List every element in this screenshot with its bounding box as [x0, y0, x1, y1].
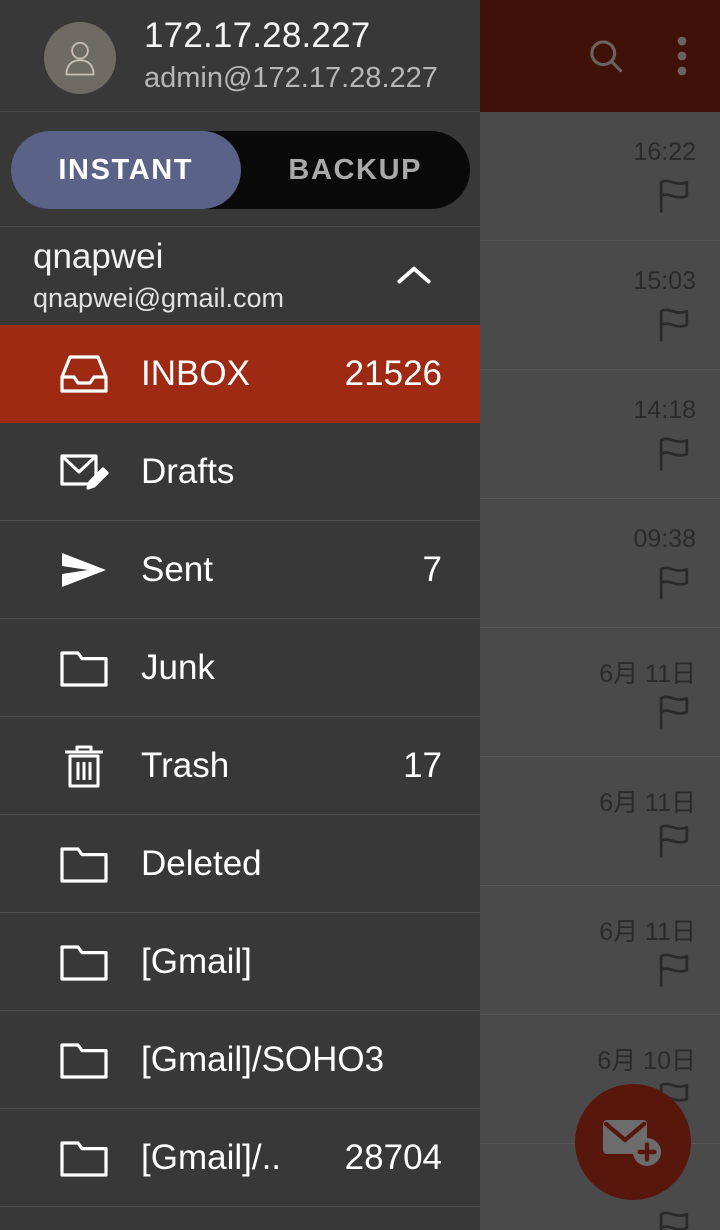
folder-label: INBOX	[141, 353, 250, 393]
avatar	[44, 22, 116, 94]
flag-outline-icon[interactable]	[652, 948, 696, 992]
folder-icon	[56, 936, 112, 988]
folder-item-drafts[interactable]: Drafts	[0, 423, 480, 521]
folder-label: Sent	[141, 549, 213, 589]
folder-item-trash[interactable]: Trash 17	[0, 717, 480, 815]
compose-fab-button[interactable]	[575, 1084, 691, 1200]
mail-date: 16:22	[633, 138, 696, 166]
segmented-control-wrapper: INSTANT BACKUP	[0, 112, 480, 227]
compose-mail-icon	[601, 1116, 665, 1168]
mail-date: 6月 10日	[597, 1047, 696, 1075]
folder-count: 28704	[344, 1137, 442, 1177]
flag-outline-icon[interactable]	[652, 303, 696, 347]
folder-list: INBOX 21526 Drafts Sent 7 Junk Trash 17 …	[0, 325, 480, 1207]
flag-outline-icon[interactable]	[652, 432, 696, 476]
app-screen: 请选... 16:22 15:03	[0, 0, 720, 1230]
folder-account-email: qnapwei@gmail.com	[33, 283, 285, 313]
folder-label: Trash	[141, 745, 230, 785]
folder-icon	[56, 642, 112, 694]
tab-backup[interactable]: BACKUP	[241, 131, 471, 209]
inbox-icon	[56, 348, 112, 400]
folder-count: 21526	[344, 353, 442, 393]
mail-date: 6月 11日	[599, 918, 696, 946]
folder-label: Drafts	[141, 451, 235, 491]
folder-item-sent[interactable]: Sent 7	[0, 521, 480, 619]
folder-label: [Gmail]/..	[141, 1137, 282, 1177]
flag-outline-icon[interactable]	[652, 561, 696, 605]
flag-outline-icon[interactable]	[652, 174, 696, 218]
toolbar-actions	[568, 0, 720, 112]
folder-count: 17	[403, 745, 442, 785]
more-vertical-icon	[677, 34, 687, 78]
folder-item-inbox[interactable]: INBOX 21526	[0, 325, 480, 423]
flag-outline-icon[interactable]	[652, 690, 696, 734]
mail-date: 14:18	[633, 396, 696, 424]
segmented-control: INSTANT BACKUP	[11, 131, 470, 209]
overflow-menu-button[interactable]	[644, 0, 720, 112]
search-icon	[584, 34, 628, 78]
draft-icon	[56, 446, 112, 498]
search-button[interactable]	[568, 0, 644, 112]
mail-date: 15:03	[633, 267, 696, 295]
trash-icon	[56, 740, 112, 792]
folder-label: Deleted	[141, 843, 262, 883]
account-title: 172.17.28.227	[144, 16, 371, 55]
mail-date: 6月 11日	[599, 660, 696, 688]
folder-account-name: qnapwei	[33, 237, 164, 276]
folder-account-row[interactable]: qnapwei qnapwei@gmail.com	[0, 227, 480, 325]
navigation-drawer: 172.17.28.227 admin@172.17.28.227 INSTAN…	[0, 0, 480, 1230]
folder-icon	[56, 1132, 112, 1184]
account-subtitle: admin@172.17.28.227	[144, 62, 438, 94]
folder-label: Junk	[141, 647, 215, 687]
folder-count: 7	[422, 549, 442, 589]
flag-outline-icon[interactable]	[652, 819, 696, 863]
person-avatar-icon	[58, 36, 102, 80]
folder-item-gmail-soho3[interactable]: [Gmail]/SOHO3	[0, 1011, 480, 1109]
tab-instant[interactable]: INSTANT	[11, 131, 241, 209]
send-icon	[56, 544, 112, 596]
folder-icon	[56, 838, 112, 890]
folder-label: [Gmail]/SOHO3	[141, 1039, 385, 1079]
folder-icon	[56, 1034, 112, 1086]
flag-outline-icon[interactable]	[652, 1206, 696, 1230]
drawer-account-header[interactable]: 172.17.28.227 admin@172.17.28.227	[0, 0, 480, 112]
folder-item-deleted[interactable]: Deleted	[0, 815, 480, 913]
mail-date: 6月 11日	[599, 789, 696, 817]
folder-label: [Gmail]	[141, 941, 252, 981]
folder-item-junk[interactable]: Junk	[0, 619, 480, 717]
folder-item-gmail[interactable]: [Gmail]	[0, 913, 480, 1011]
chevron-up-icon[interactable]	[392, 260, 436, 292]
mail-date: 09:38	[633, 525, 696, 553]
folder-item-gmail-more[interactable]: [Gmail]/.. 28704	[0, 1109, 480, 1207]
